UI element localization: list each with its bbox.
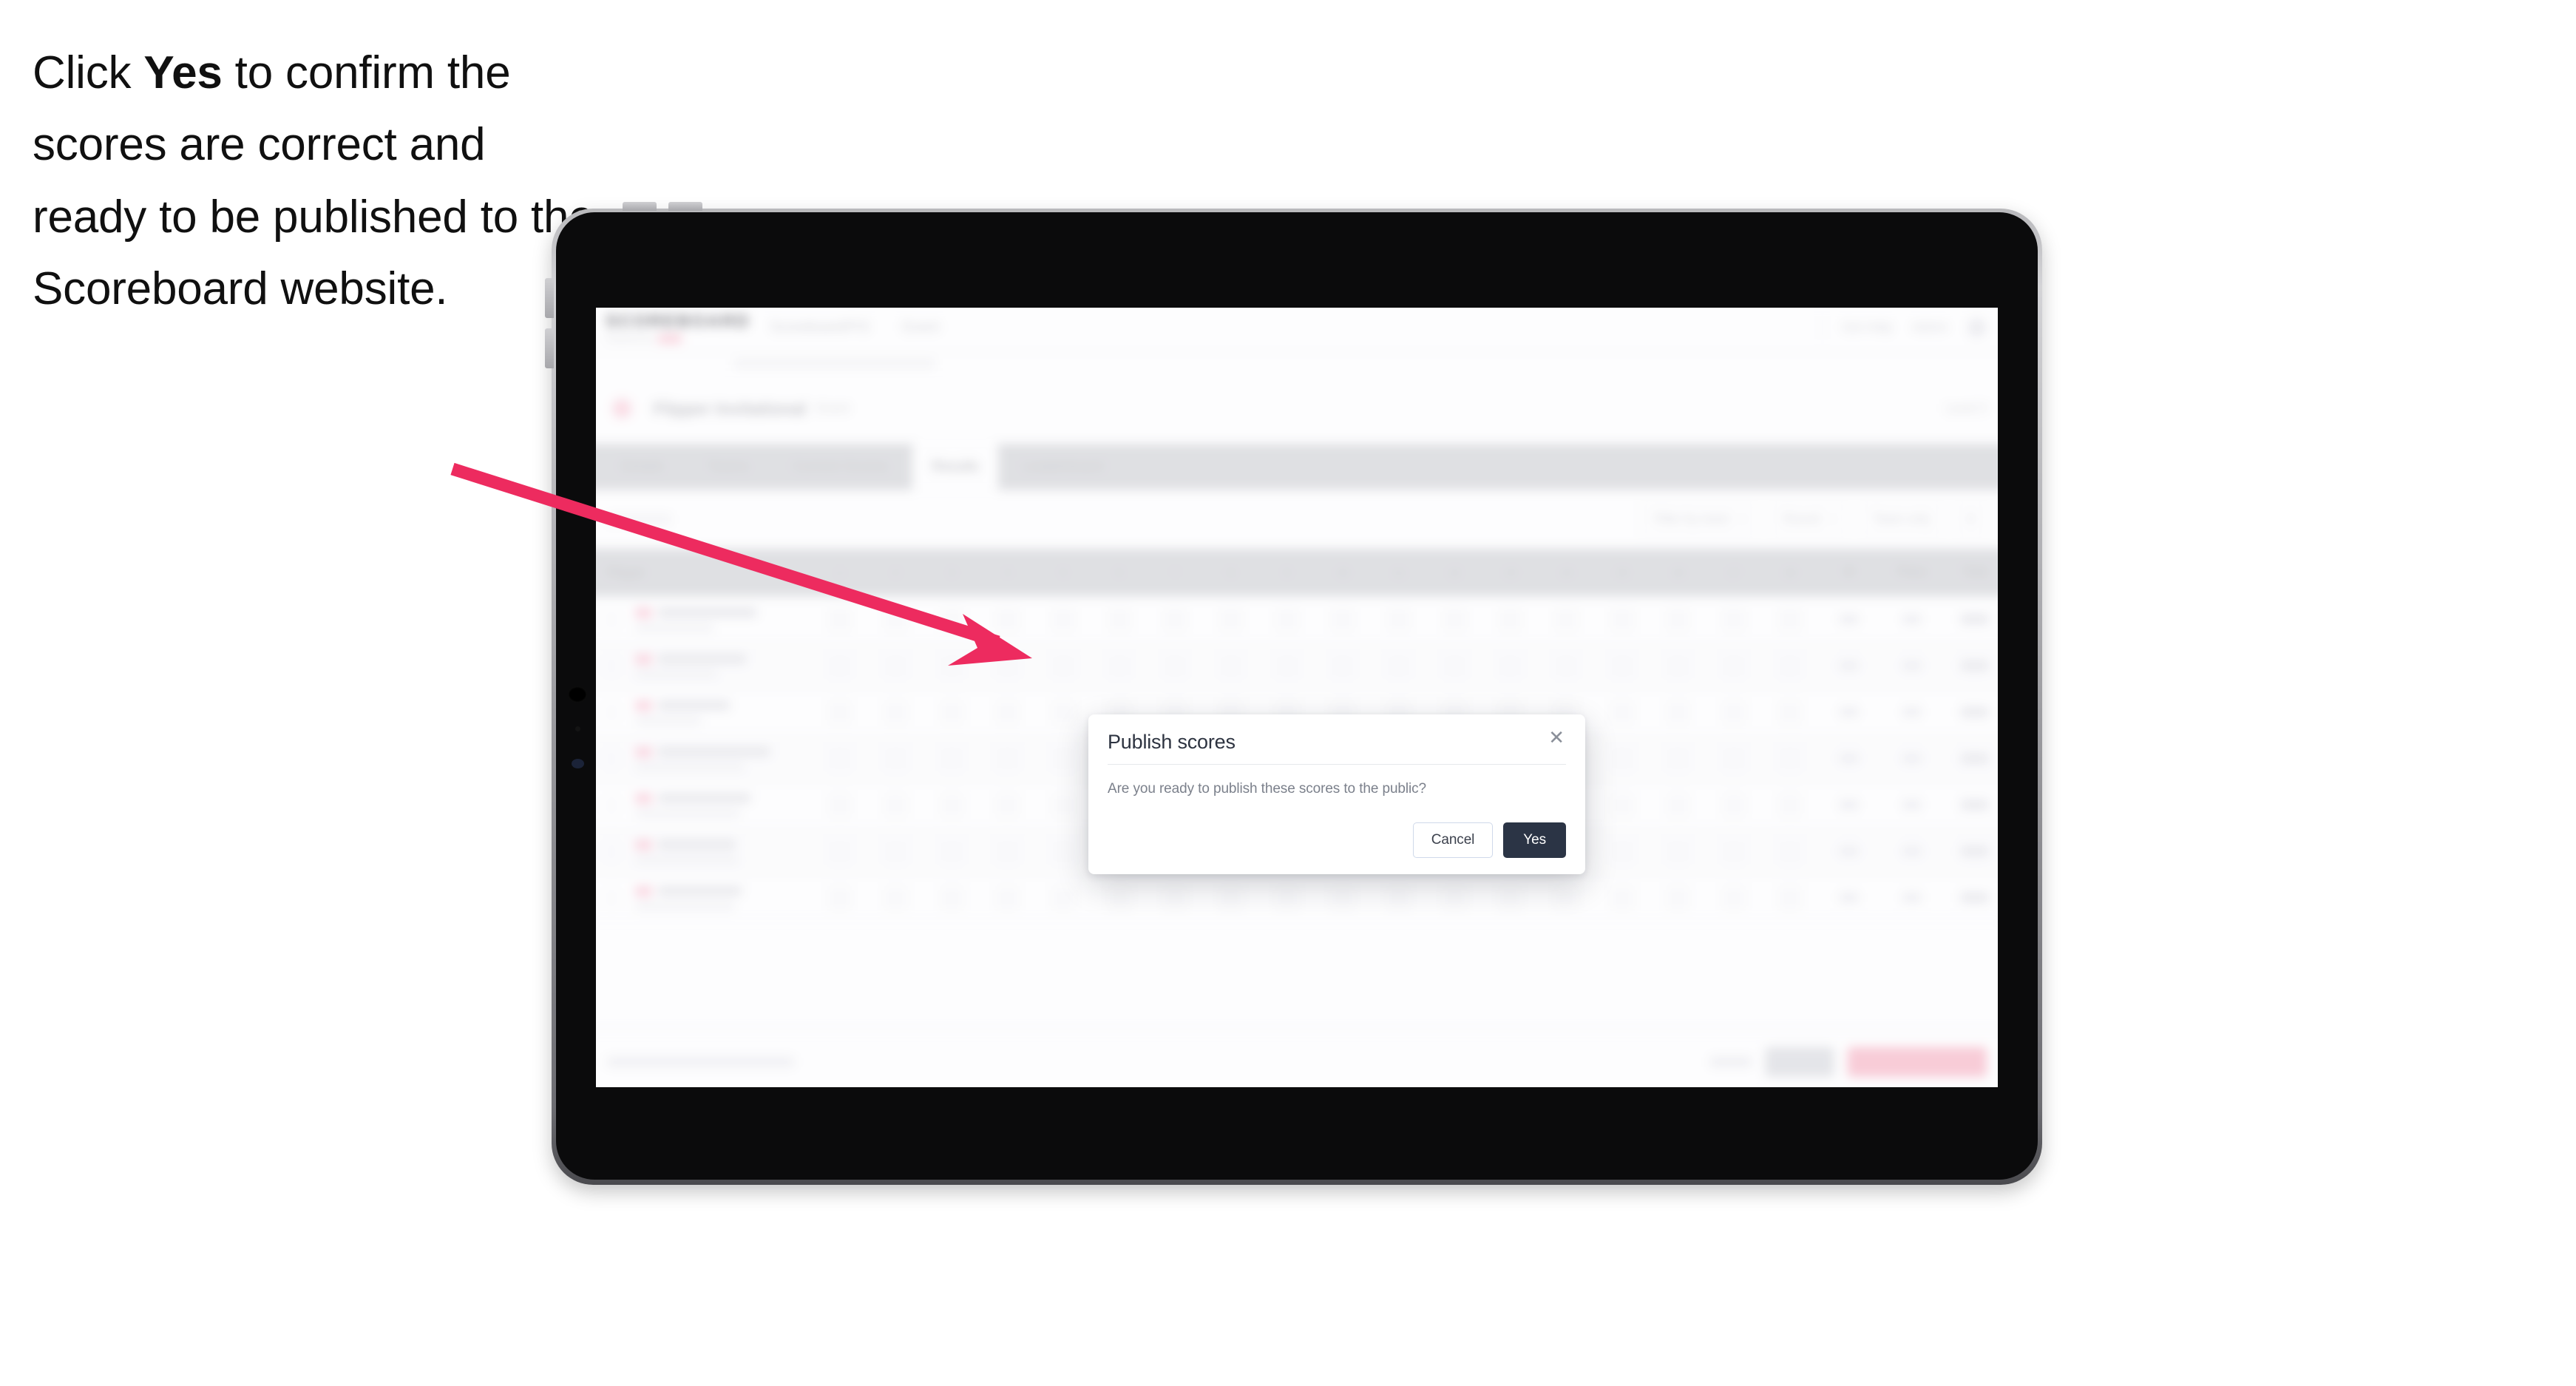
front-camera-icon [568,686,587,703]
cancel-button[interactable]: Cancel [1412,822,1494,858]
instruction-caption: Click Yes to confirm the scores are corr… [33,37,594,325]
screenshot-root: Click Yes to confirm the scores are corr… [0,0,2576,1386]
volume-up-button[interactable] [623,202,657,211]
yes-button[interactable]: Yes [1503,822,1566,858]
dialog-actions: Cancel Yes [1412,822,1566,858]
dialog-title: Publish scores [1108,731,1236,753]
publish-scores-dialog: Publish scores ✕ Are you ready to publis… [1088,714,1585,874]
device-screen: SCOREBOARD Powered by . Scoreboard/FIS E… [596,308,1998,1087]
modal-overlay[interactable] [596,308,1998,1087]
caption-emphasis: Yes [143,47,223,98]
side-button[interactable] [545,328,554,368]
power-button[interactable] [545,278,554,318]
ambient-sensor-icon [575,726,580,731]
tablet-device: SCOREBOARD Powered by . Scoreboard/FIS E… [545,202,2042,1185]
volume-down-button[interactable] [668,202,702,211]
close-icon[interactable]: ✕ [1547,728,1566,747]
dialog-message: Are you ready to publish these scores to… [1108,781,1427,797]
dialog-header: Publish scores ✕ [1108,728,1566,765]
caption-before: Click [33,47,144,98]
proximity-sensor-icon [572,759,584,768]
